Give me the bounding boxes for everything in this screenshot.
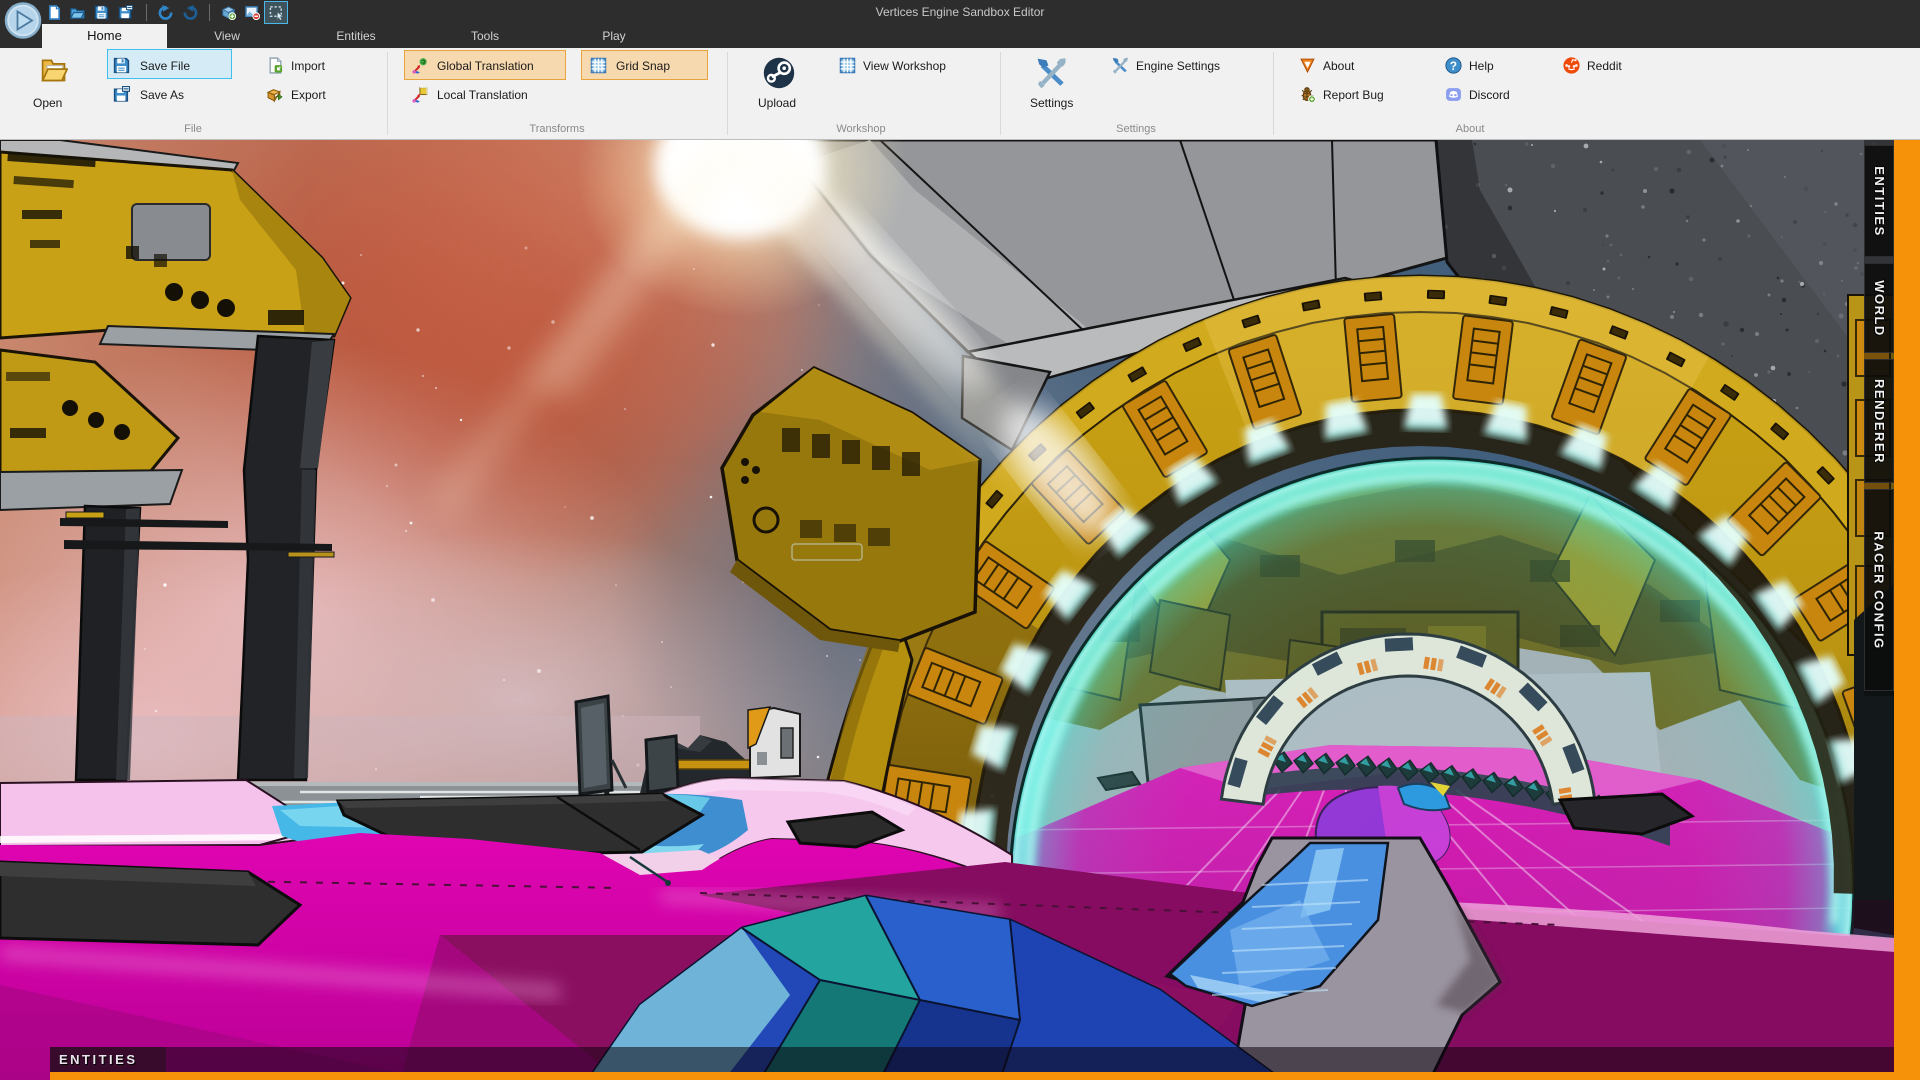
svg-text:?: ? [1450, 60, 1457, 73]
